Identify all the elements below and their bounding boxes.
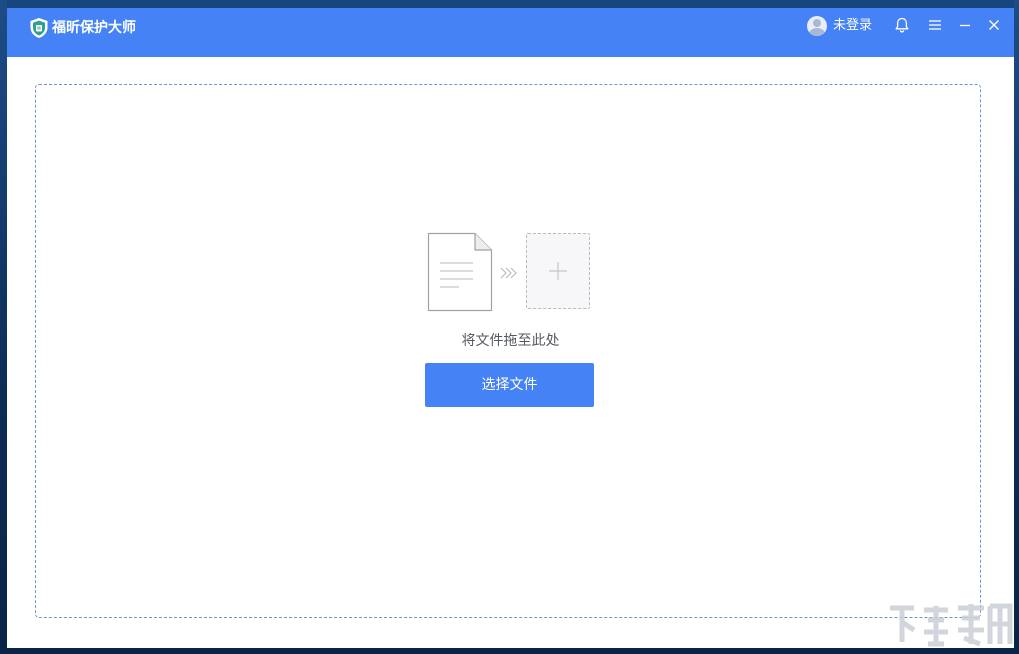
app-window: 福昕保护大师 未登录 将文件拖至此处 选择文件 <box>7 8 1014 648</box>
bell-icon[interactable] <box>893 16 911 34</box>
desktop-background-top <box>0 0 1019 8</box>
add-file-box[interactable] <box>526 233 590 309</box>
select-file-button[interactable]: 选择文件 <box>425 363 594 407</box>
desktop-background-right <box>1014 0 1019 654</box>
user-avatar-icon <box>807 16 827 36</box>
desktop-background-left <box>0 0 7 654</box>
close-icon[interactable] <box>985 16 1003 34</box>
document-icon <box>427 232 493 312</box>
menu-icon[interactable] <box>926 16 944 34</box>
shield-logo-icon <box>30 18 48 38</box>
file-drop-zone[interactable] <box>35 84 981 618</box>
double-chevron-right-icon <box>500 267 517 279</box>
watermark-logo <box>890 603 1013 647</box>
drop-hint-text: 将文件拖至此处 <box>461 333 560 349</box>
app-title: 福昕保护大师 <box>52 20 136 36</box>
plus-icon <box>549 262 567 280</box>
login-button[interactable]: 未登录 <box>807 15 872 37</box>
login-status-label: 未登录 <box>833 18 873 33</box>
desktop-background-bottom <box>0 648 1019 654</box>
minimize-icon[interactable] <box>956 16 974 34</box>
title-bar[interactable]: 福昕保护大师 未登录 <box>7 8 1014 57</box>
